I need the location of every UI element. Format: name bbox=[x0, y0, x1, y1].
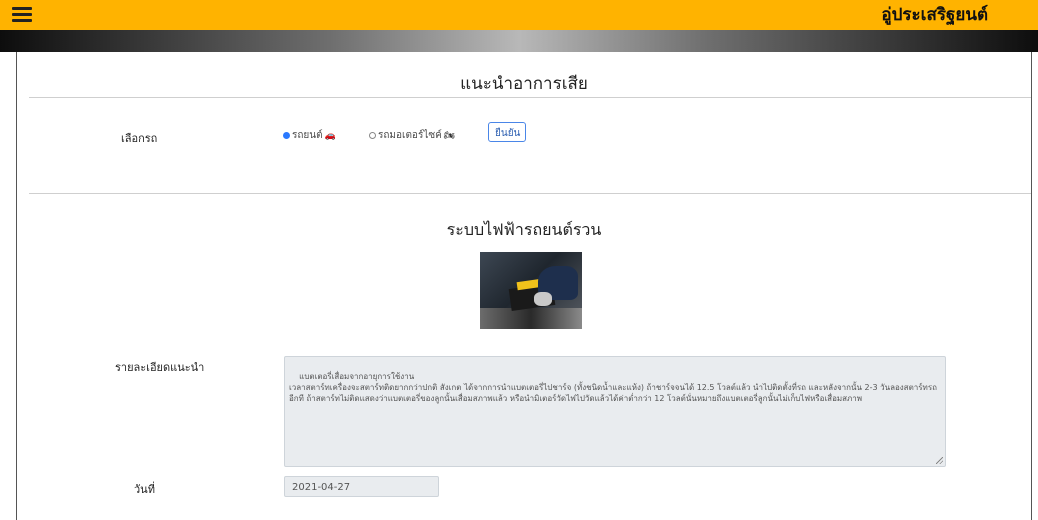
page-title: แนะนำอาการเสีย bbox=[460, 74, 588, 94]
resize-handle-icon[interactable] bbox=[936, 457, 943, 464]
vehicle-select-label: เลือกรถ bbox=[121, 132, 158, 145]
radio-empty-dot[interactable] bbox=[369, 131, 376, 139]
diagnosis-title: ระบบไฟฟ้ารถยนต์รวน bbox=[446, 220, 602, 239]
main-card: แนะนำอาการเสีย เลือกรถ รถยนต์ 🚗 รถมอเตอร์… bbox=[16, 52, 1032, 520]
details-label: รายละเอียดแนะนำ bbox=[115, 361, 205, 374]
brand-title[interactable]: อู่ประเสริฐยนต์ bbox=[881, 4, 988, 26]
date-field[interactable]: 2021-04-27 bbox=[284, 476, 439, 497]
hamburger-menu-icon[interactable] bbox=[12, 7, 32, 23]
confirm-button[interactable]: ยืนยัน bbox=[488, 122, 526, 142]
radio-motorcycle-label: รถมอเตอร์ไซค์ bbox=[378, 130, 442, 141]
radio-selected-dot[interactable] bbox=[283, 131, 290, 139]
top-navbar: อู่ประเสริฐยนต์ bbox=[0, 0, 1038, 30]
car-icon: 🚗 bbox=[324, 131, 336, 141]
motorcycle-icon: 🏍 bbox=[443, 131, 456, 141]
divider bbox=[29, 97, 1031, 98]
divider bbox=[29, 193, 1031, 194]
details-textarea[interactable]: แบตเตอรี่เสื่อมจากอายุการใช้งาน เวลาสตาร… bbox=[284, 356, 946, 467]
radio-car[interactable]: รถยนต์ 🚗 bbox=[283, 128, 336, 143]
radio-motorcycle[interactable]: รถมอเตอร์ไซค์ 🏍 bbox=[369, 128, 455, 143]
date-label: วันที่ bbox=[134, 483, 155, 496]
radio-car-label: รถยนต์ bbox=[292, 130, 323, 141]
header-banner bbox=[0, 30, 1038, 52]
car-battery-photo bbox=[480, 252, 582, 329]
details-text: แบตเตอรี่เสื่อมจากอายุการใช้งาน เวลาสตาร… bbox=[289, 372, 937, 403]
